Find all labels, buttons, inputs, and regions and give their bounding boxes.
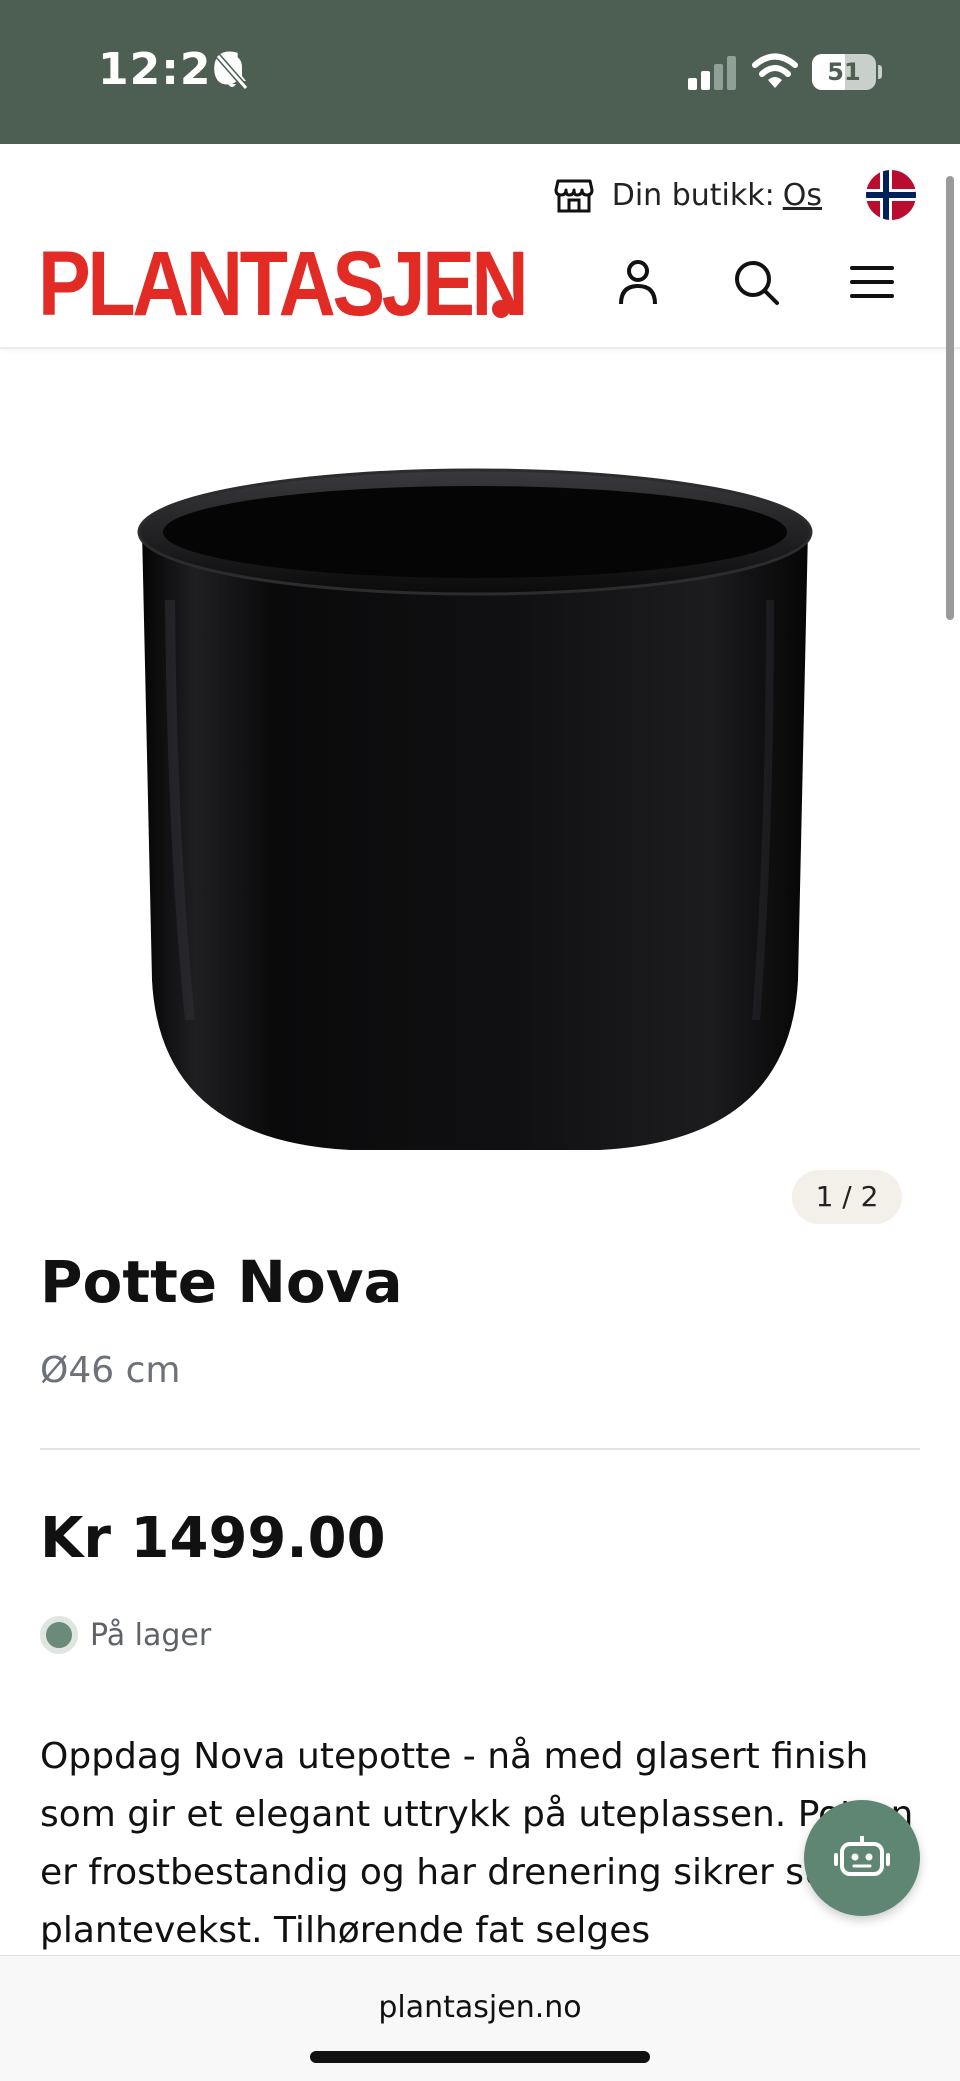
menu-button[interactable] (838, 248, 906, 316)
product-price: Kr 1499.00 (40, 1506, 386, 1571)
chat-button[interactable] (804, 1800, 920, 1916)
cellular-signal-icon (688, 56, 736, 90)
menu-icon (850, 266, 894, 298)
stock-label: På lager (90, 1617, 212, 1653)
registered-mark-icon (492, 300, 510, 318)
divider (40, 1448, 920, 1450)
store-label: Din butikk: (611, 177, 775, 213)
battery-indicator: 51 (812, 54, 882, 90)
product-title: Potte Nova (40, 1248, 403, 1316)
site-header: Din butikk: Os PLANTASJEN (0, 144, 960, 349)
product-image[interactable] (130, 420, 820, 1160)
norway-flag-icon[interactable] (866, 170, 916, 220)
wifi-icon (752, 53, 798, 88)
chatbot-icon (834, 1836, 890, 1876)
browser-url-bar[interactable]: plantasjen.no (0, 1955, 960, 2081)
url-text[interactable]: plantasjen.no (0, 1990, 960, 2025)
plantasjen-logo[interactable]: PLANTASJEN (38, 234, 529, 334)
battery-percent: 51 (827, 58, 861, 86)
store-name-link[interactable]: Os (783, 178, 822, 213)
home-indicator (310, 2051, 650, 2063)
account-icon (619, 260, 657, 305)
page-scrollbar[interactable] (946, 176, 954, 620)
store-selector[interactable]: Din butikk: Os (554, 170, 916, 220)
search-button[interactable] (722, 248, 790, 316)
stock-status: På lager (40, 1616, 211, 1654)
product-size: Ø46 cm (40, 1350, 181, 1391)
status-bar: 12:26 51 (0, 0, 960, 144)
bell-muted-icon (215, 54, 249, 90)
account-button[interactable] (604, 248, 672, 316)
search-icon (735, 261, 779, 305)
gallery-counter: 1 / 2 (792, 1170, 902, 1224)
store-icon (554, 179, 594, 213)
product-description: Oppdag Nova utepotte - nå med glasert fi… (40, 1736, 914, 1951)
stock-indicator-icon (40, 1616, 78, 1654)
